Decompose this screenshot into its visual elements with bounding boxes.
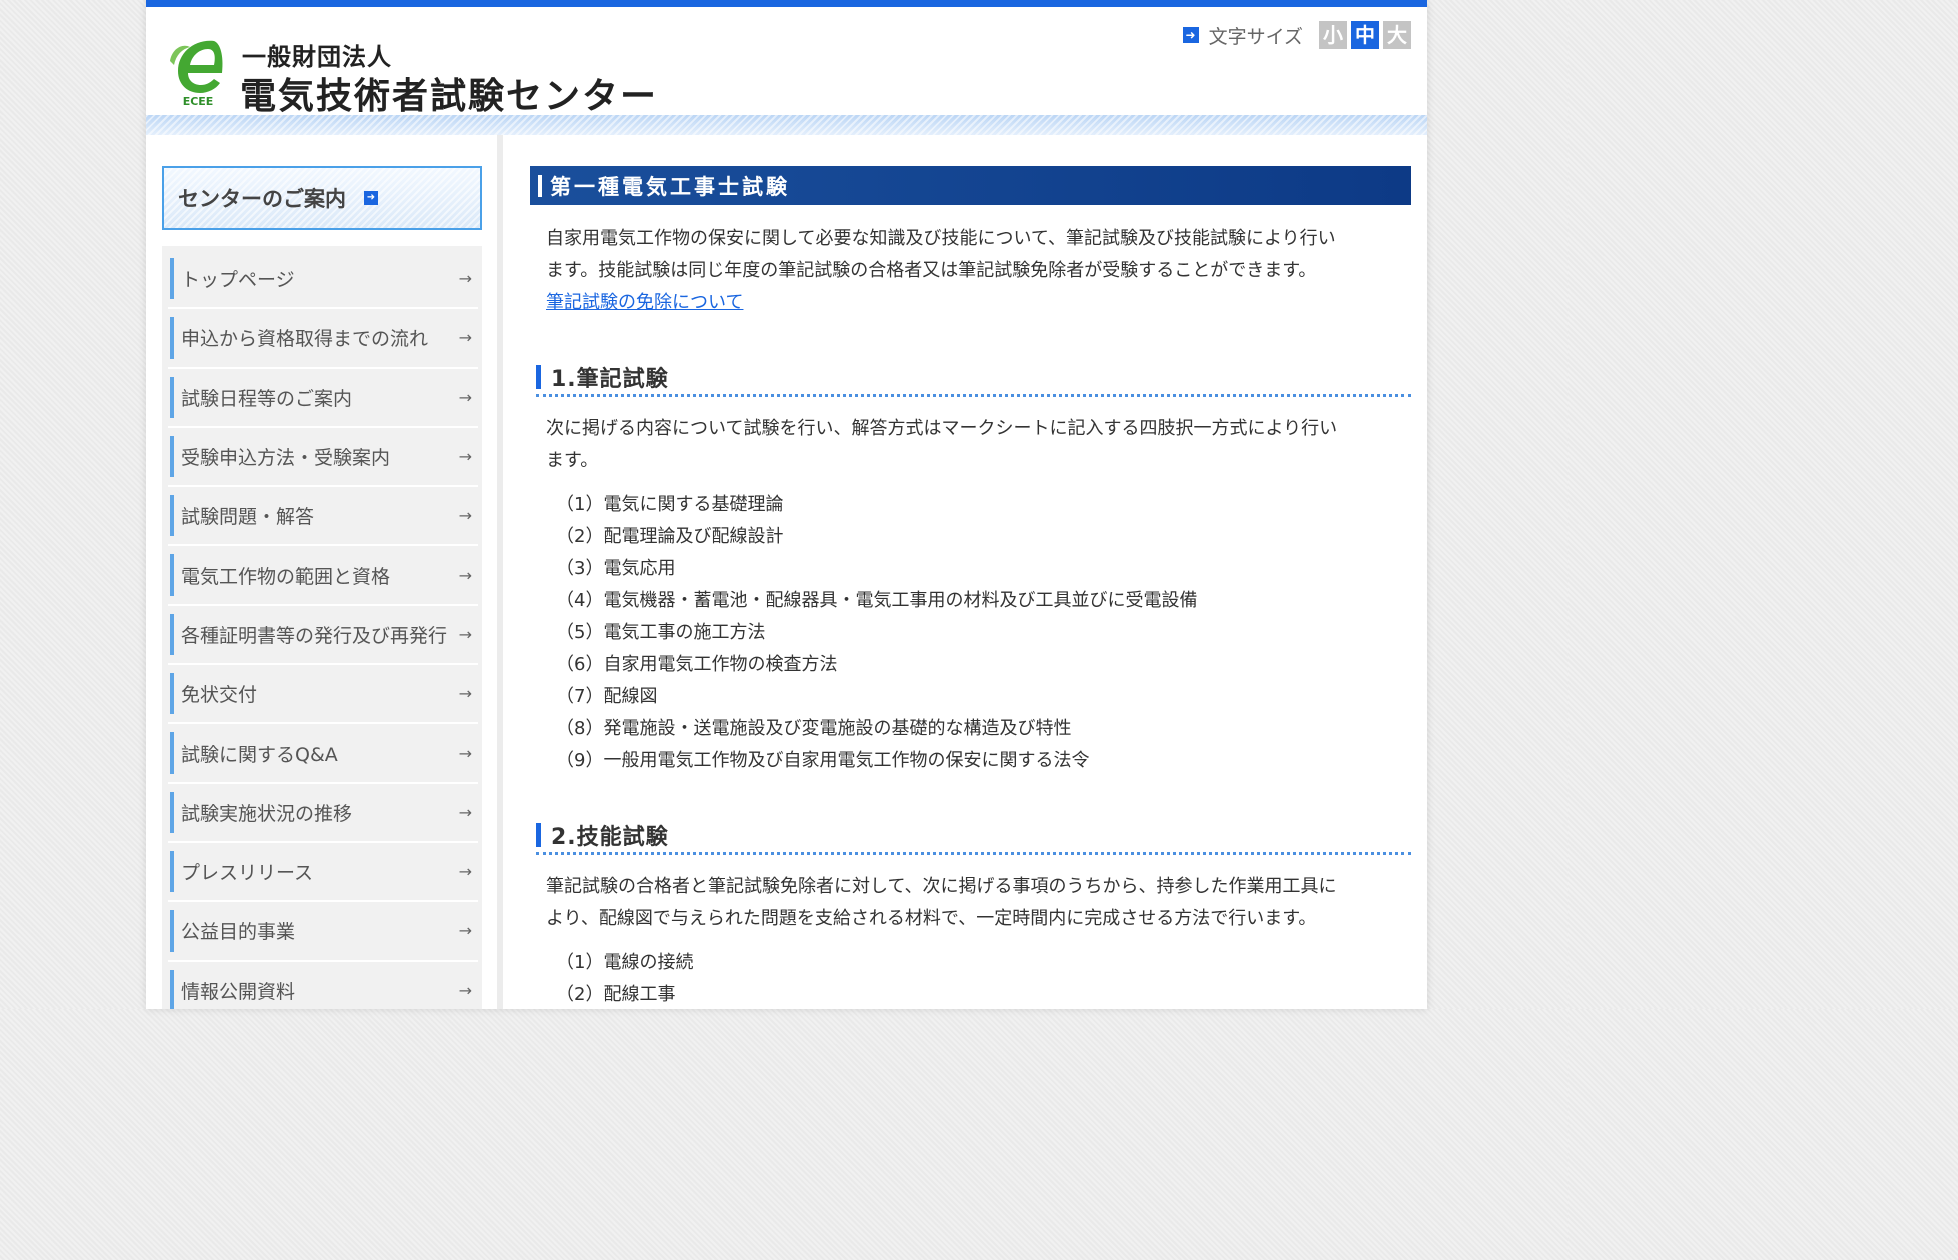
title-marker [538,174,542,197]
sidebar-item-faq[interactable]: 試験に関するQ&A → [168,724,478,784]
sidebar-item-exam-schedule[interactable]: 試験日程等のご案内 → [168,369,478,428]
arrow-right-icon: → [458,506,472,526]
sidebar-item-label: 免状交付 [181,684,258,707]
top-accent-bar [146,0,1427,7]
font-size-switcher: ➜ 文字サイズ 小 中 大 [1182,21,1411,49]
logo-text: ECEE [183,95,214,107]
exemption-link[interactable]: 筆記試験の免除について [530,287,1411,319]
desc-line: 筆記試験の合格者と筆記試験免除者に対して、次に掲げる事項のうちから、持参した作業… [546,876,1337,897]
sidebar-item-press-release[interactable]: プレスリリース → [168,843,478,903]
intro-paragraph: 自家用電気工作物の保安に関して必要な知識及び技能について、筆記試験及び技能試験に… [530,223,1411,287]
ecee-logo[interactable]: ECEE [164,35,232,107]
list-item: （1）電線の接続 [556,952,694,973]
section-title: 2.技能試験 [551,824,669,850]
page-title-bar: 第一種電気工事士試験 [530,166,1411,205]
arrow-right-icon: → [458,565,472,585]
section-practical-desc: 筆記試験の合格者と筆記試験免除者に対して、次に掲げる事項のうちから、持参した作業… [530,871,1411,935]
sidebar-item-label: 試験実施状況の推移 [181,802,353,825]
sidebar-nav: トップページ → 申込から資格取得までの流れ → 試験日程等のご案内 → 受験申込方法… [162,246,482,1009]
arrow-right-icon: → [458,387,472,407]
desc-line: ます。 [546,450,599,471]
arrow-right-icon: ➜ [364,191,378,205]
main-content: 第一種電気工事士試験 自家用電気工作物の保安に関して必要な知識及び技能について、… [530,166,1411,1009]
list-item: （2）配線工事 [556,984,676,1005]
list-item: （1）電気に関する基礎理論 [556,494,784,515]
font-size-small-button[interactable]: 小 [1319,21,1347,49]
page: ECEE 一般財団法人 電気技術者試験センター ➜ 文字サイズ 小 中 大 セン… [146,0,1427,1009]
sidebar-item-label: プレスリリース [181,862,314,885]
arrow-right-icon: → [458,980,472,1000]
arrow-right-icon: → [458,328,472,348]
sidebar-item-exam-statistics[interactable]: 試験実施状況の推移 → [168,784,478,843]
sidebar-item-license-issue[interactable]: 免状交付 → [168,665,478,725]
org-name: 電気技術者試験センター [240,76,659,117]
arrow-right-icon: ➜ [1182,27,1199,43]
sidebar-item-label: 電気工作物の範囲と資格 [181,565,391,588]
sidebar-item-application-flow[interactable]: 申込から資格取得までの流れ → [168,309,478,369]
list-item: （9）一般用電気工作物及び自家用電気工作物の保安に関する法令 [556,750,1090,771]
sidebar-item-application-method[interactable]: 受験申込方法・受験案内 → [168,428,478,488]
sidebar-item-label: 試験問題・解答 [181,506,315,529]
desc-line: より、配線図で与えられた問題を支給される材料で、一定時間内に完成させる方法で行い… [546,908,1317,929]
arrow-right-icon: → [458,862,472,882]
list-item: （4）電気機器・蓄電池・配線器具・電気工事用の材料及び工具並びに受電設備 [556,590,1198,611]
sidebar-item-exam-questions[interactable]: 試験問題・解答 → [168,487,478,547]
sidebar-item-electrical-scope[interactable]: 電気工作物の範囲と資格 → [168,546,478,606]
font-size-large-button[interactable]: 大 [1383,21,1411,49]
arrow-right-icon: → [458,921,472,941]
sidebar-item-top-page[interactable]: トップページ → [168,250,478,310]
sidebar-item-label: 各種証明書等の発行及び再発行 [181,624,448,647]
sidebar-item-label: 情報公開資料 [181,980,296,1003]
written-exam-list: （1）電気に関する基礎理論 （2）配電理論及び配線設計 （3）電気応用 （4）電… [530,489,1411,777]
list-item: （7）配線図 [556,686,658,707]
list-item: （8）発電施設・送電施設及び変電施設の基礎的な構造及び特性 [556,718,1072,739]
site-header: ECEE 一般財団法人 電気技術者試験センター ➜ 文字サイズ 小 中 大 [146,7,1427,135]
section-practical-exam-heading: 2.技能試験 [536,821,1411,855]
sidebar-item-certificates[interactable]: 各種証明書等の発行及び再発行 → [168,606,478,666]
sidebar-item-label: 試験に関するQ&A [181,743,338,766]
desc-line: 次に掲げる内容について試験を行い、解答方式はマークシートに記入する四肢択一方式に… [546,418,1338,439]
section-title: 1.筆記試験 [551,366,669,392]
intro-line: ます。技能試験は同じ年度の筆記試験の合格者又は筆記試験免除者が受験することができ… [546,260,1317,281]
list-item: （3）電気応用 [556,558,676,579]
list-item: （2）配電理論及び配線設計 [556,526,784,547]
arrow-right-icon: → [458,684,472,704]
list-item: （6）自家用電気工作物の検査方法 [556,654,838,675]
section-written-exam-heading: 1.筆記試験 [536,363,1411,397]
sidebar-item-public-interest[interactable]: 公益目的事業 → [168,902,478,962]
sidebar-item-label: 申込から資格取得までの流れ [181,328,429,351]
list-item: （5）電気工事の施工方法 [556,622,766,643]
arrow-right-icon: → [458,269,472,289]
intro-line: 自家用電気工作物の保安に関して必要な知識及び技能について、筆記試験及び技能試験に… [546,228,1336,249]
sidebar: センターのご案内 ➜ トップページ → 申込から資格取得までの流れ → 試験日程等の… [162,166,482,1009]
sidebar-item-label: 公益目的事業 [181,921,296,944]
arrow-right-icon: → [458,743,472,763]
arrow-right-icon: → [458,447,472,467]
sidebar-divider [497,135,503,1009]
sidebar-item-label: 試験日程等のご案内 [181,387,353,410]
section-marker [536,364,541,389]
sidebar-item-disclosure[interactable]: 情報公開資料 → [168,962,478,1009]
sidebar-item-label: 受験申込方法・受験案内 [181,447,391,470]
section-written-desc: 次に掲げる内容について試験を行い、解答方式はマークシートに記入する四肢択一方式に… [530,413,1411,477]
font-size-label: 文字サイズ [1208,25,1303,48]
center-guide-title: センターのご案内 [178,187,346,211]
section-marker [536,822,541,847]
center-guide-button[interactable]: センターのご案内 ➜ [162,166,482,230]
arrow-right-icon: → [458,624,472,644]
arrow-right-icon: → [458,802,472,822]
page-title: 第一種電気工事士試験 [550,174,790,199]
font-size-medium-button[interactable]: 中 [1351,21,1379,49]
practical-exam-list: （1）電線の接続 （2）配線工事 [530,947,1411,1009]
sidebar-item-label: トップページ [181,269,295,292]
